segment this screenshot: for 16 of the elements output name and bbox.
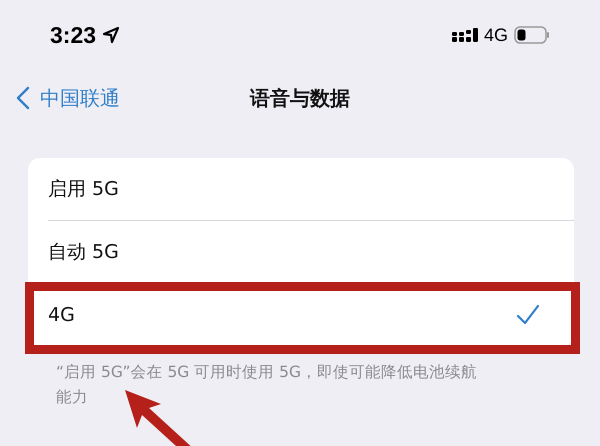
back-button[interactable]: 中国联通 xyxy=(16,84,120,112)
back-chevron-icon xyxy=(16,86,30,110)
option-row[interactable]: 启用 5G xyxy=(48,158,574,221)
option-label: 4G xyxy=(48,304,75,326)
footnote-text: “启用 5G”会在 5G 可用时使用 5G，即使可能降低电池续航能力 xyxy=(56,362,478,408)
network-type: 4G xyxy=(484,24,508,46)
location-arrow-icon xyxy=(102,26,120,44)
option-label: 自动 5G xyxy=(48,240,119,265)
option-row[interactable]: 自动 5G xyxy=(48,221,574,284)
option-label: 启用 5G xyxy=(48,177,119,202)
battery-icon xyxy=(514,26,550,44)
checkmark-icon xyxy=(516,304,540,326)
signal-icon xyxy=(452,28,478,42)
clock-time: 3:23 xyxy=(50,22,96,48)
option-row[interactable]: 4G xyxy=(48,284,574,346)
page-title: 语音与数据 xyxy=(248,84,351,112)
